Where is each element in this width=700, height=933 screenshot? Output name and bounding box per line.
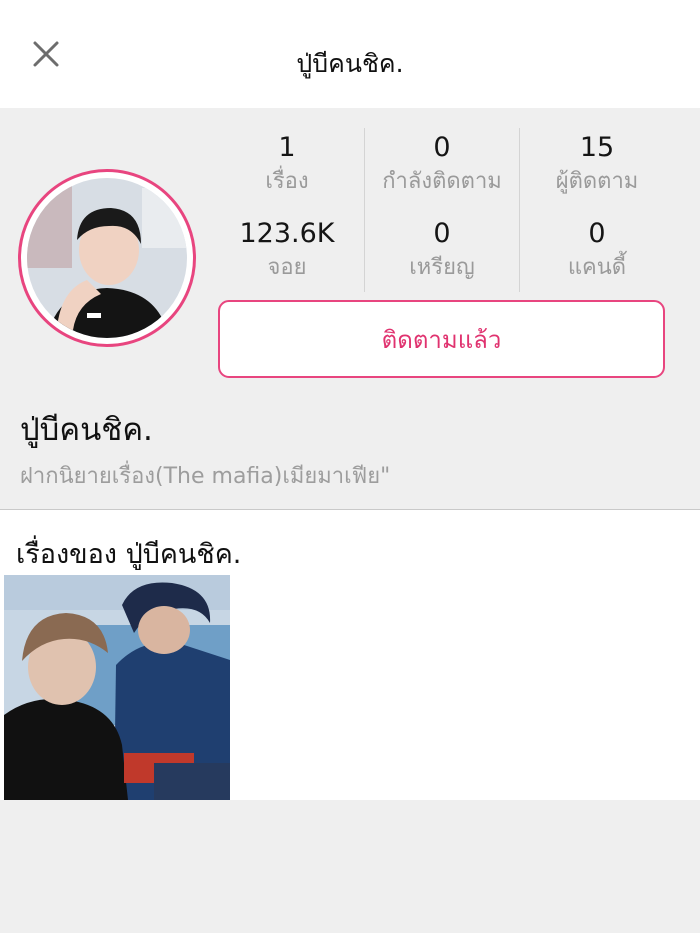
stat-value: 123.6K [239,218,335,249]
stat-label: แคนดี้ [567,255,627,280]
stat-label: เรื่อง [265,169,309,194]
stats-divider [519,128,520,292]
stats-divider [364,128,365,292]
profile-bio: ฝากนิยายเรื่อง(The mafia)เมียมาเฟีย" [20,464,391,489]
stories-heading: เรื่องของ ปู่บีคนชิค. [16,539,242,570]
stat-coins: 0 เหรียญ [365,216,519,284]
story-cover[interactable] [4,575,230,800]
stat-candy: 0 แคนดี้ [520,216,674,284]
stat-label: กำลังติดตาม [382,169,502,194]
avatar-image [27,178,187,338]
stat-value: 1 [278,132,296,163]
stat-label: ผู้ติดตาม [555,169,639,194]
following-button[interactable]: ติดตามแล้ว [218,300,665,378]
profile-name: ปู่บีคนชิค. [20,412,153,448]
stat-label: จอย [267,255,307,280]
top-bar: ปู่บีคนชิค. [0,0,700,108]
avatar[interactable] [18,169,196,347]
stat-followers[interactable]: 15 ผู้ติดตาม [520,130,674,198]
stat-value: 0 [433,132,451,163]
stat-label: เหรียญ [409,255,475,280]
stat-value: 0 [433,218,451,249]
stat-joy: 123.6K จอย [210,216,364,284]
stat-following[interactable]: 0 กำลังติดตาม [365,130,519,198]
stories-section: เรื่องของ ปู่บีคนชิค. [0,510,700,800]
profile-section: 1 เรื่อง 0 กำลังติดตาม 15 ผู้ติดตาม 123.… [0,108,700,509]
profile-stats: 1 เรื่อง 0 กำลังติดตาม 15 ผู้ติดตาม 123.… [210,126,674,294]
stat-value: 0 [588,218,606,249]
stat-value: 15 [579,132,615,163]
page-title: ปู่บีคนชิค. [296,49,404,78]
stat-stories[interactable]: 1 เรื่อง [210,130,364,198]
